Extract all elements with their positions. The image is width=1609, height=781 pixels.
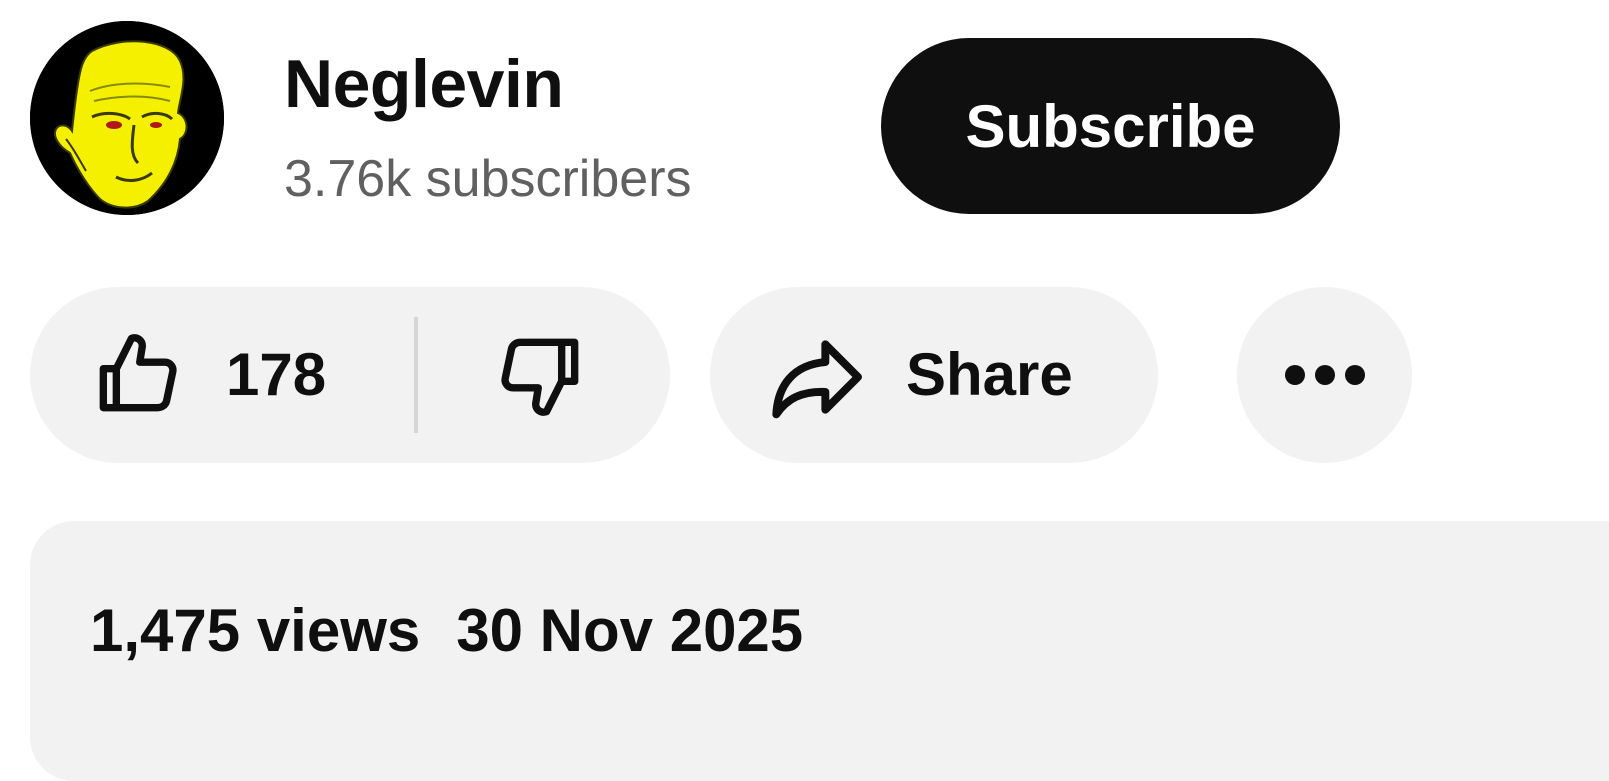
like-count: 178: [226, 341, 327, 408]
share-arrow-icon: [772, 340, 862, 419]
dislike-button[interactable]: [418, 287, 670, 463]
like-button[interactable]: 178: [30, 287, 414, 463]
subscribe-button[interactable]: Subscribe: [881, 38, 1340, 214]
like-dislike-group: 178: [30, 287, 670, 463]
subscribe-label: Subscribe: [965, 92, 1256, 160]
more-horizontal-icon: [1285, 365, 1365, 385]
yellow-face-avatar-icon: [30, 21, 224, 215]
view-count: 1,475 views: [90, 597, 421, 664]
description-panel[interactable]: 1,475 views 30 Nov 2025: [30, 521, 1609, 781]
thumbs-up-icon: [99, 334, 177, 412]
upload-date: 30 Nov 2025: [456, 597, 804, 664]
share-button[interactable]: Share: [710, 287, 1158, 463]
more-actions-button[interactable]: [1237, 287, 1412, 463]
subscriber-count: 3.76k subscribers: [284, 150, 692, 208]
share-label: Share: [906, 341, 1073, 408]
thumbs-down-icon: [501, 338, 579, 416]
channel-name[interactable]: Neglevin: [284, 42, 564, 126]
channel-avatar[interactable]: [30, 21, 224, 215]
video-stats: 1,475 views 30 Nov 2025: [90, 593, 803, 669]
